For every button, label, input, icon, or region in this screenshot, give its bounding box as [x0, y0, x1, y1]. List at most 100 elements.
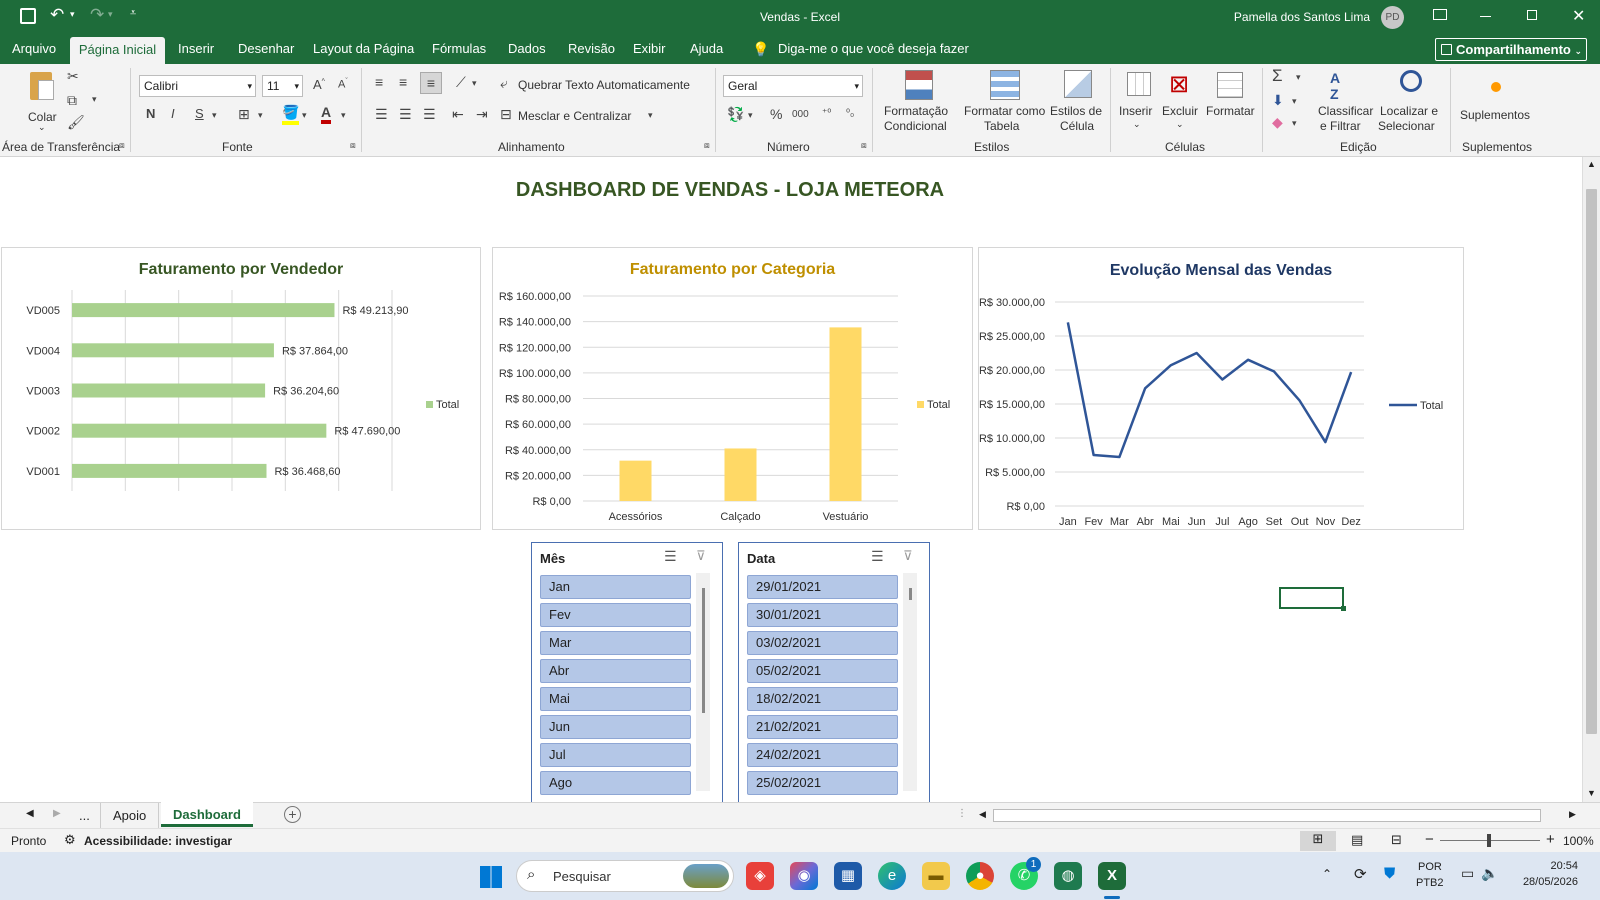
- slicer-item[interactable]: 30/01/2021: [747, 603, 898, 627]
- font-color-icon[interactable]: A: [321, 104, 332, 124]
- selected-cell[interactable]: [1279, 587, 1344, 609]
- wrap-text-icon[interactable]: ⤶: [500, 75, 508, 92]
- slicer-item[interactable]: 24/02/2021: [747, 743, 898, 767]
- scroll-thumb[interactable]: [1586, 189, 1597, 734]
- slicer-mes[interactable]: Mês ☰ ⊽ Jan Fev Mar Abr Mai Jun Jul Ago: [531, 542, 723, 804]
- autosum-icon[interactable]: Σ: [1272, 66, 1283, 86]
- clear-filter-icon[interactable]: ⊽: [696, 548, 706, 564]
- slicer-item[interactable]: Ago: [540, 771, 691, 795]
- avatar[interactable]: PD: [1381, 6, 1404, 29]
- chart-evolucao-mensal[interactable]: Evolução Mensal das Vendas R$ 0,00 R$ 5.0…: [978, 247, 1464, 530]
- accounting-format-icon[interactable]: 💱: [727, 106, 744, 123]
- borders-dropdown-icon[interactable]: ▾: [258, 110, 263, 121]
- align-middle-icon[interactable]: ≡: [399, 74, 407, 90]
- scroll-up-icon[interactable]: ▲: [1587, 159, 1596, 169]
- font-name-select[interactable]: Calibri ▾: [139, 75, 256, 97]
- tab-splitter-icon[interactable]: ⋮: [957, 808, 967, 819]
- tab-dados[interactable]: Dados: [500, 34, 554, 64]
- slicer-item[interactable]: Fev: [540, 603, 691, 627]
- microsoft-store-icon[interactable]: ▦: [834, 862, 862, 890]
- copy-dropdown-icon[interactable]: ▾: [92, 94, 97, 105]
- app-icon[interactable]: ◍: [1054, 862, 1082, 890]
- page-layout-view-icon[interactable]: ▤: [1351, 832, 1363, 848]
- tab-exibir[interactable]: Exibir: [625, 34, 674, 64]
- tab-desenhar[interactable]: Desenhar: [230, 34, 302, 64]
- align-center-icon[interactable]: ☰: [399, 106, 412, 123]
- sheet-tab-dashboard[interactable]: Dashboard: [161, 802, 253, 827]
- align-bottom-icon[interactable]: ≡: [420, 72, 442, 94]
- clear-dropdown-icon[interactable]: ▾: [1292, 118, 1297, 129]
- merge-center-button[interactable]: Mesclar e Centralizar: [518, 109, 631, 123]
- format-cells-button[interactable]: Formatar: [1205, 68, 1255, 134]
- zoom-out-icon[interactable]: −: [1425, 831, 1434, 848]
- language-indicator-2[interactable]: PTB2: [1416, 877, 1444, 889]
- sort-filter-button[interactable]: AZ Classificar e Filtrar: [1312, 68, 1376, 134]
- slicer-data[interactable]: Data ☰ ⊽ 29/01/2021 30/01/2021 03/02/2021 0…: [738, 542, 930, 804]
- defender-icon[interactable]: ⛊: [1384, 865, 1395, 882]
- network-icon[interactable]: ▭: [1461, 865, 1474, 882]
- bold-button[interactable]: N: [146, 106, 155, 121]
- cell-styles-button[interactable]: Estilos de Célula: [1050, 68, 1106, 134]
- fill-dropdown-icon[interactable]: ▾: [302, 110, 307, 121]
- multi-select-icon[interactable]: ☰: [871, 548, 884, 565]
- dialog-launcher-icon[interactable]: ⧈: [119, 140, 125, 151]
- microsoft365-icon[interactable]: ◉: [790, 862, 818, 890]
- orientation-icon[interactable]: ⟋: [456, 74, 466, 91]
- tell-me-search[interactable]: Diga-me o que você deseja fazer: [770, 34, 977, 64]
- slicer-item[interactable]: 21/02/2021: [747, 715, 898, 739]
- decrease-decimal-icon[interactable]: ⁰₀: [846, 108, 854, 119]
- taskbar-search-box[interactable]: ⌕ Pesquisar: [516, 860, 734, 892]
- customize-toolbar-icon[interactable]: ⩡: [130, 7, 136, 20]
- multi-select-icon[interactable]: ☰: [664, 548, 677, 565]
- scroll-down-icon[interactable]: ▼: [1587, 788, 1596, 798]
- clock-date[interactable]: 28/05/2026: [1514, 876, 1578, 888]
- underline-dropdown-icon[interactable]: ▾: [212, 110, 217, 121]
- copy-icon[interactable]: ⧉: [67, 92, 77, 109]
- share-button[interactable]: Compartilhamento ⌄: [1435, 38, 1587, 61]
- page-break-view-icon[interactable]: ⊟: [1391, 832, 1402, 848]
- slicer-item[interactable]: 05/02/2021: [747, 659, 898, 683]
- tab-formulas[interactable]: Fórmulas: [424, 34, 494, 64]
- hscroll-left-icon[interactable]: ◀: [979, 809, 986, 820]
- cut-icon[interactable]: ✂: [67, 68, 79, 85]
- undo-dropdown-icon[interactable]: ▾: [70, 9, 75, 20]
- format-as-table-button[interactable]: Formatar como Tabela: [962, 68, 1048, 134]
- add-sheet-icon[interactable]: +: [284, 806, 301, 823]
- font-size-select[interactable]: 11 ▾: [262, 75, 303, 97]
- normal-view-icon[interactable]: ⊞: [1300, 831, 1336, 851]
- slicer-item[interactable]: 25/02/2021: [747, 771, 898, 795]
- shrink-font-icon[interactable]: Aˇ: [338, 78, 348, 91]
- insert-cells-button[interactable]: Inserir ⌄: [1118, 68, 1158, 134]
- increase-indent-icon[interactable]: ⇥: [476, 106, 488, 123]
- prev-sheet-icon[interactable]: ◀: [26, 808, 34, 819]
- orientation-dropdown-icon[interactable]: ▾: [472, 78, 477, 89]
- wrap-text-button[interactable]: Quebrar Texto Automaticamente: [518, 78, 690, 92]
- clock-time[interactable]: 20:54: [1538, 860, 1578, 872]
- conditional-formatting-button[interactable]: Formatação Condicional: [878, 68, 958, 134]
- number-format-select[interactable]: Geral ▾: [723, 75, 863, 97]
- slicer-item[interactable]: Jul: [540, 743, 691, 767]
- accounting-dropdown-icon[interactable]: ▾: [748, 110, 753, 121]
- file-explorer-icon[interactable]: ▬: [922, 862, 950, 890]
- minimize-icon[interactable]: [1480, 16, 1491, 17]
- underline-button[interactable]: S: [195, 106, 204, 121]
- anydesk-icon[interactable]: ◈: [746, 862, 774, 890]
- align-right-icon[interactable]: ☰: [423, 106, 436, 123]
- tab-ajuda[interactable]: Ajuda: [682, 34, 731, 64]
- tab-pagina-inicial[interactable]: Página Inicial: [70, 37, 165, 64]
- more-sheets[interactable]: ...: [79, 808, 90, 823]
- decrease-indent-icon[interactable]: ⇤: [452, 106, 464, 123]
- format-painter-icon[interactable]: 🖌: [67, 114, 85, 131]
- slicer-scrollbar[interactable]: [903, 573, 917, 791]
- chart-faturamento-categoria[interactable]: Faturamento por Categoria R$ 0,00 R$ 20.0…: [492, 247, 973, 530]
- align-left-icon[interactable]: ☰: [375, 106, 388, 123]
- edge-icon[interactable]: e: [878, 862, 906, 890]
- slicer-item[interactable]: Jun: [540, 715, 691, 739]
- fill-down-icon[interactable]: ⬇: [1272, 92, 1284, 109]
- zoom-level[interactable]: 100%: [1563, 834, 1594, 848]
- chrome-icon[interactable]: ●: [966, 862, 994, 890]
- user-name[interactable]: Pamella dos Santos Lima: [1180, 10, 1370, 24]
- delete-cells-button[interactable]: ⊠ Excluir ⌄: [1160, 68, 1202, 134]
- dialog-launcher-icon[interactable]: ⧈: [350, 140, 356, 151]
- paste-button[interactable]: Colar ⌄: [20, 68, 66, 132]
